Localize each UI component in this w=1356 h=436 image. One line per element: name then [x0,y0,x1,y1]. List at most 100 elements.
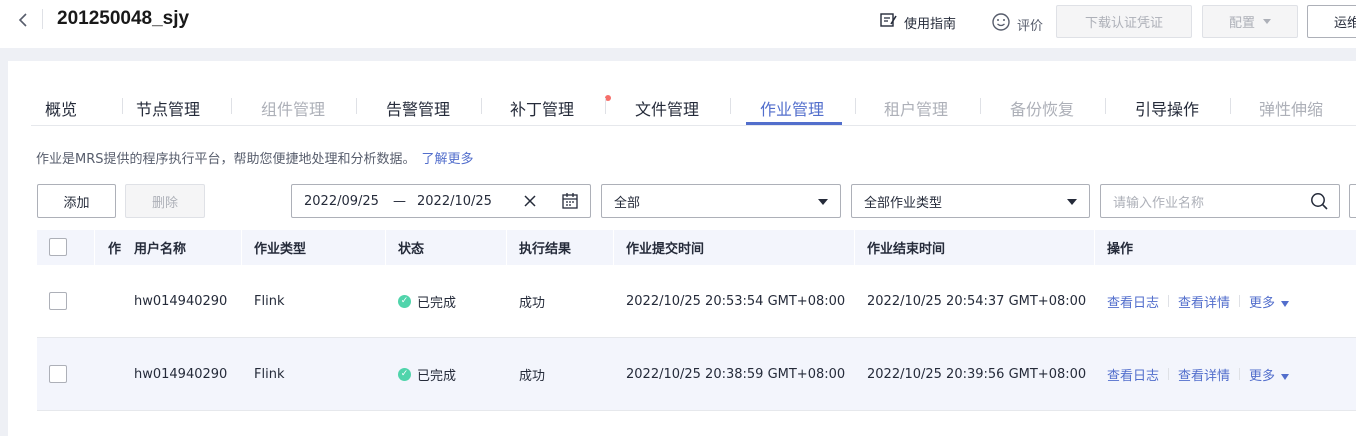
column-divider [506,230,507,265]
cell-job-type: Flink [254,293,285,309]
tab-bootstrap-actions[interactable]: 引导操作 [1135,96,1199,120]
tab-divider [481,98,482,114]
more-actions-dropdown[interactable]: 更多 [1249,365,1290,384]
tab-divider [231,98,232,114]
date-start: 2022/09/25 [304,193,379,209]
more-actions-dropdown[interactable]: 更多 [1249,292,1290,311]
cell-end-time: 2022/10/25 20:54:37 GMT+08:00 [867,293,1087,309]
ops-dropdown-button[interactable]: 运维 [1307,5,1356,38]
more-label: 更多 [1249,295,1276,311]
column-divider [241,230,242,265]
action-divider [1239,295,1241,307]
cell-end-time: 2022/10/25 20:39:56 GMT+08:00 [867,366,1087,382]
job-type-select-value: 全部作业类型 [864,195,943,211]
job-name-search-input[interactable]: 请输入作业名称 [1100,184,1340,218]
cell-user: hw014940290 [134,293,228,309]
job-type-select[interactable]: 全部作业类型 [851,184,1090,218]
description-text: 作业是MRS提供的程序执行平台，帮助您便捷地处理和分析数据。 [36,152,416,167]
refresh-button[interactable] [1349,184,1356,218]
clear-icon[interactable] [522,193,538,213]
status-text: 已完成 [417,368,457,384]
table-header: 作 用户名称 作业类型 状态 执行结果 作业提交时间 作业结束时间 操作 [37,230,1356,265]
tab-auto-scaling[interactable]: 弹性伸缩 [1259,96,1323,120]
cell-result: 成功 [519,368,546,384]
caret-down-icon [1281,373,1290,380]
col-job-type[interactable]: 作业类型 [254,230,306,265]
cell-submit-time: 2022/10/25 20:38:59 GMT+08:00 [626,366,846,382]
view-log-link[interactable]: 查看日志 [1107,365,1159,384]
title-divider [42,9,43,29]
row-checkbox[interactable] [49,292,67,310]
table-row: hw014940290 Flink ✓ 已完成 成功 2022/10/25 20… [37,338,1356,411]
tab-divider [605,98,606,114]
add-job-button[interactable]: 添加 [37,184,116,218]
view-log-link[interactable]: 查看日志 [1107,292,1159,311]
tab-alarm-management[interactable]: 告警管理 [386,96,450,120]
col-status[interactable]: 状态 [398,230,424,265]
learn-more-link[interactable]: 了解更多 [422,152,474,167]
view-details-link[interactable]: 查看详情 [1178,292,1230,311]
search-placeholder: 请输入作业名称 [1113,195,1205,211]
view-details-link[interactable]: 查看详情 [1178,365,1230,384]
tab-node-management[interactable]: 节点管理 [136,96,200,120]
content-card: 概览 节点管理 组件管理 告警管理 补丁管理 文件管理 作业管理 租户管理 备份… [8,61,1356,436]
cell-actions: 查看日志 查看详情 更多 [1107,265,1290,337]
tab-overview[interactable]: 概览 [45,96,77,120]
action-divider [1239,368,1241,380]
row-checkbox[interactable] [49,365,67,383]
download-credential-label: 下载认证凭证 [1084,16,1163,31]
cell-submit-time: 2022/10/25 20:53:54 GMT+08:00 [626,293,846,309]
action-divider [1168,368,1170,380]
tab-patch-management[interactable]: 补丁管理 [510,96,574,120]
check-circle-icon: ✓ [398,367,411,381]
check-circle-icon: ✓ [398,294,411,308]
tab-file-management[interactable]: 文件管理 [635,96,699,120]
search-icon[interactable] [1310,192,1329,215]
config-label: 配置 [1228,16,1255,31]
back-arrow-icon[interactable] [14,10,34,30]
tab-tenant-management[interactable]: 租户管理 [884,96,948,120]
column-divider [613,230,614,265]
date-separator: — [393,193,406,209]
col-user-name[interactable]: 用户名称 [134,230,186,265]
status-select-value: 全部 [614,195,641,211]
tab-job-management[interactable]: 作业管理 [760,96,824,120]
tab-divider [1105,98,1106,114]
col-submit-time[interactable]: 作业提交时间 [626,230,704,265]
tab-divider [1230,98,1231,114]
smile-icon [991,12,1011,36]
more-label: 更多 [1249,368,1276,384]
config-dropdown-button[interactable]: 配置 [1202,5,1298,38]
column-divider [385,230,386,265]
caret-down-icon [1263,19,1271,24]
download-credential-button[interactable]: 下载认证凭证 [1056,5,1192,38]
column-divider [854,230,855,265]
column-divider [1094,230,1095,265]
date-range-picker[interactable]: 2022/09/25 — 2022/10/25 [291,184,591,218]
col-end-time[interactable]: 作业结束时间 [867,230,945,265]
cell-user: hw014940290 [134,366,228,382]
status-text: 已完成 [417,295,457,311]
delete-job-button[interactable]: 删除 [125,184,205,218]
page-title: 201250048_sjy [57,8,190,29]
rate-link[interactable]: 评价 [991,12,1043,36]
col-job-name[interactable]: 作 [108,230,121,265]
active-tab-underline [746,122,842,125]
select-all-checkbox[interactable] [49,238,67,256]
tab-backup-restore[interactable]: 备份恢复 [1010,96,1074,120]
col-result[interactable]: 执行结果 [519,230,571,265]
user-guide-link[interactable]: 使用指南 [880,12,956,32]
calendar-icon[interactable] [561,192,579,214]
date-end: 2022/10/25 [417,193,492,209]
tab-divider [356,98,357,114]
ops-label: 运维 [1334,16,1356,31]
cell-actions: 查看日志 查看详情 更多 [1107,338,1290,410]
caret-down-icon [1281,300,1290,307]
status-select[interactable]: 全部 [601,184,841,218]
tab-divider [122,98,123,114]
tab-component-management[interactable]: 组件管理 [261,96,325,120]
guide-label: 使用指南 [904,16,957,32]
cell-result: 成功 [519,295,546,311]
cell-status: ✓ 已完成 [398,338,456,410]
column-divider [94,230,95,265]
